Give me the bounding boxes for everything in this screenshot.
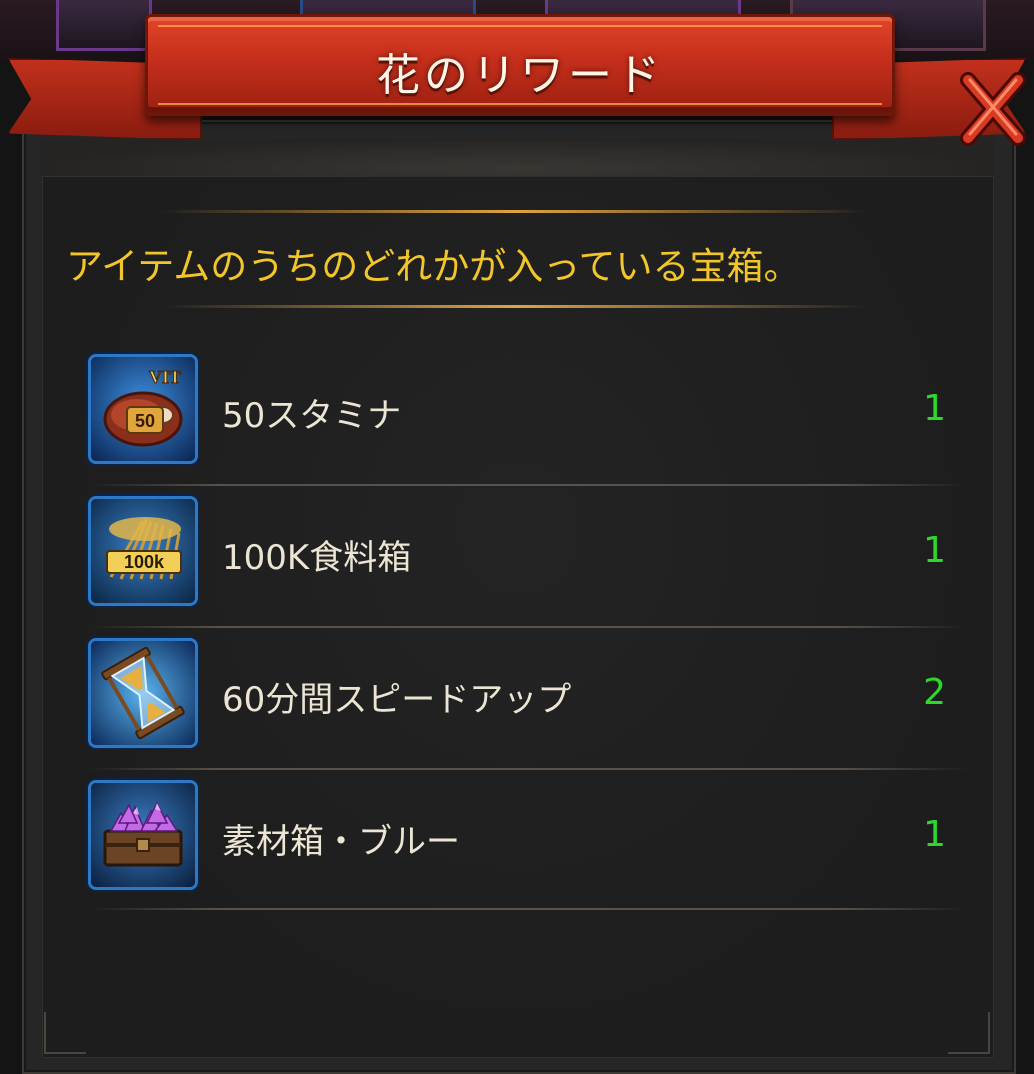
description-divider-top: [160, 210, 870, 213]
panel-corner-ornament: [44, 1012, 86, 1054]
reward-icon-frame: 50 VIT: [88, 354, 198, 464]
list-divider: [88, 768, 968, 770]
reward-quantity: 1: [923, 388, 946, 429]
reward-name: 100K食料箱: [222, 538, 412, 578]
reward-quantity: 1: [923, 530, 946, 571]
list-divider: [88, 908, 968, 910]
panel-corner-ornament: [948, 1012, 990, 1054]
hourglass-speedup-icon: [91, 641, 195, 745]
reward-name: 50スタミナ: [222, 396, 402, 436]
description-divider-bottom: [160, 305, 870, 308]
reward-list-item: 50 VIT 50スタミナ 1: [88, 354, 968, 469]
stamina-meat-icon: 50 VIT: [91, 357, 195, 461]
reward-name: 素材箱・ブルー: [222, 822, 460, 862]
svg-text:100k: 100k: [124, 552, 165, 572]
reward-icon-frame: [88, 780, 198, 890]
background-item-card: [56, 0, 152, 51]
reward-quantity: 2: [923, 672, 946, 713]
reward-quantity: 1: [923, 814, 946, 855]
reward-list-item: 素材箱・ブルー 1: [88, 780, 968, 895]
close-x-icon: [960, 72, 1026, 146]
reward-icon-frame: 100k: [88, 496, 198, 606]
panel-content-area: [42, 176, 994, 1058]
title-banner: 花のリワード: [145, 14, 895, 116]
list-divider: [88, 626, 968, 628]
food-wheat-icon: 100k: [91, 499, 195, 603]
reward-list-item: 100k 100K食料箱 1: [88, 496, 968, 611]
reward-list-item: 60分間スピードアップ 2: [88, 638, 968, 753]
chest-description: アイテムのうちのどれかが入っている宝箱。: [66, 245, 801, 288]
panel-header-band: [40, 138, 994, 176]
reward-icon-frame: [88, 638, 198, 748]
dialog-title: 花のリワード: [376, 50, 664, 101]
list-divider: [88, 484, 968, 486]
svg-text:VIT: VIT: [149, 367, 181, 387]
svg-text:50: 50: [135, 411, 155, 431]
reward-name: 60分間スピードアップ: [222, 680, 572, 720]
close-button[interactable]: [958, 68, 1028, 148]
material-chest-icon: [91, 783, 195, 887]
